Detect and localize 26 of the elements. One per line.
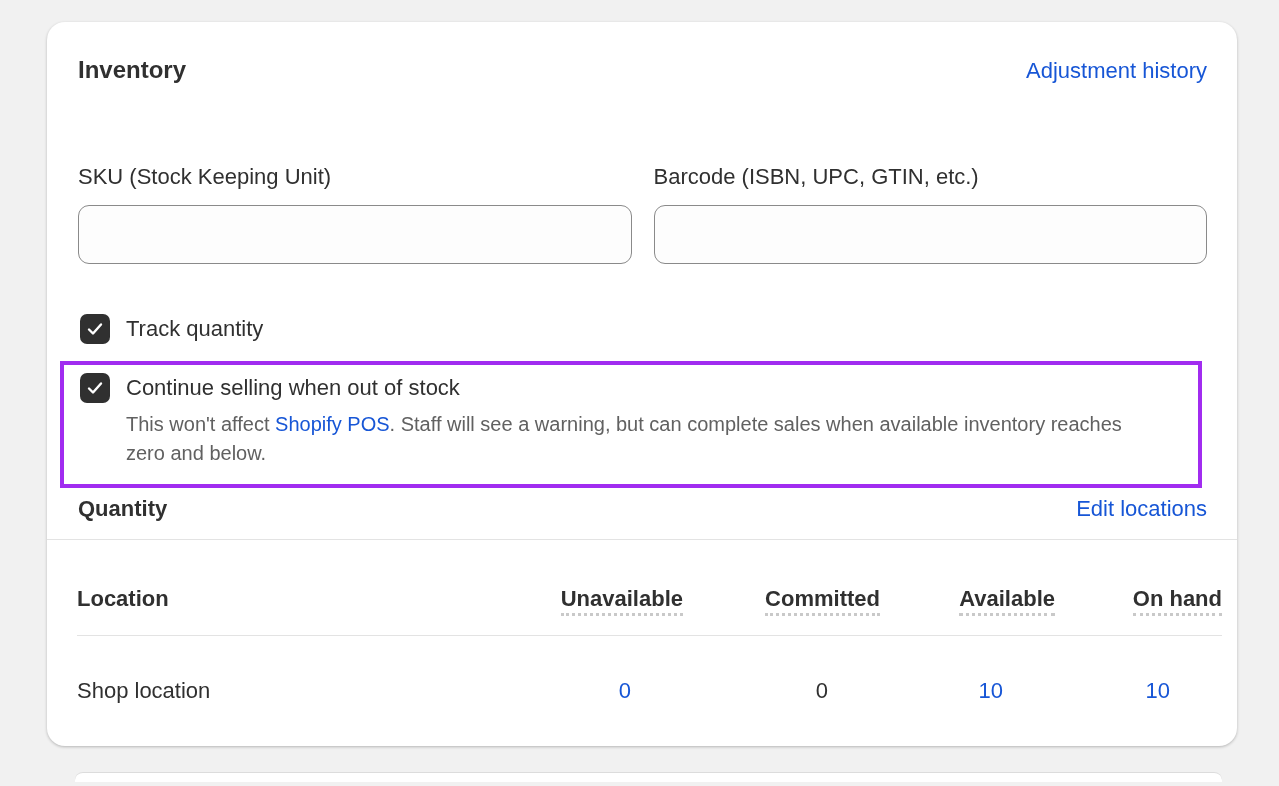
checkbox[interactable] xyxy=(80,372,110,403)
checkmark-icon xyxy=(87,380,103,395)
card-title: Inventory xyxy=(78,55,187,85)
column-header: On hand xyxy=(1132,586,1222,616)
table-cell: Shop location xyxy=(77,678,211,703)
quantity-link[interactable]: 0 xyxy=(618,678,631,703)
checkbox[interactable] xyxy=(80,313,110,344)
section-title: Quantity xyxy=(78,495,168,523)
column-header: Available xyxy=(959,586,1055,616)
adjustment-history-link[interactable]: Adjustment history xyxy=(1026,53,1207,87)
help-text: This won't affect Shopify POS. Staff will see a warning, but can complete sales when available inventory reaches zero and below. xyxy=(126,412,1123,466)
input-field[interactable] xyxy=(78,205,632,264)
field-label: SKU (Stock Keeping Unit) xyxy=(78,163,333,191)
checkbox-label: Track quantity xyxy=(126,315,264,343)
shopify-pos-link[interactable]: Shopify POS xyxy=(275,413,390,435)
quantity-link[interactable]: 10 xyxy=(978,678,1003,703)
input-field[interactable] xyxy=(653,205,1207,264)
column-header: Committed xyxy=(765,586,880,616)
edit-locations-link[interactable]: Edit locations xyxy=(1076,492,1207,525)
checkbox-label: Continue selling when out of stock xyxy=(126,374,460,402)
table-cell: 0 xyxy=(815,678,828,703)
checkmark-icon xyxy=(87,321,103,336)
quantity-link[interactable]: 10 xyxy=(1145,678,1170,703)
column-header: Unavailable xyxy=(560,586,683,616)
column-header: Location xyxy=(77,586,169,611)
field-label: Barcode (ISBN, UPC, GTIN, etc.) xyxy=(653,163,980,191)
